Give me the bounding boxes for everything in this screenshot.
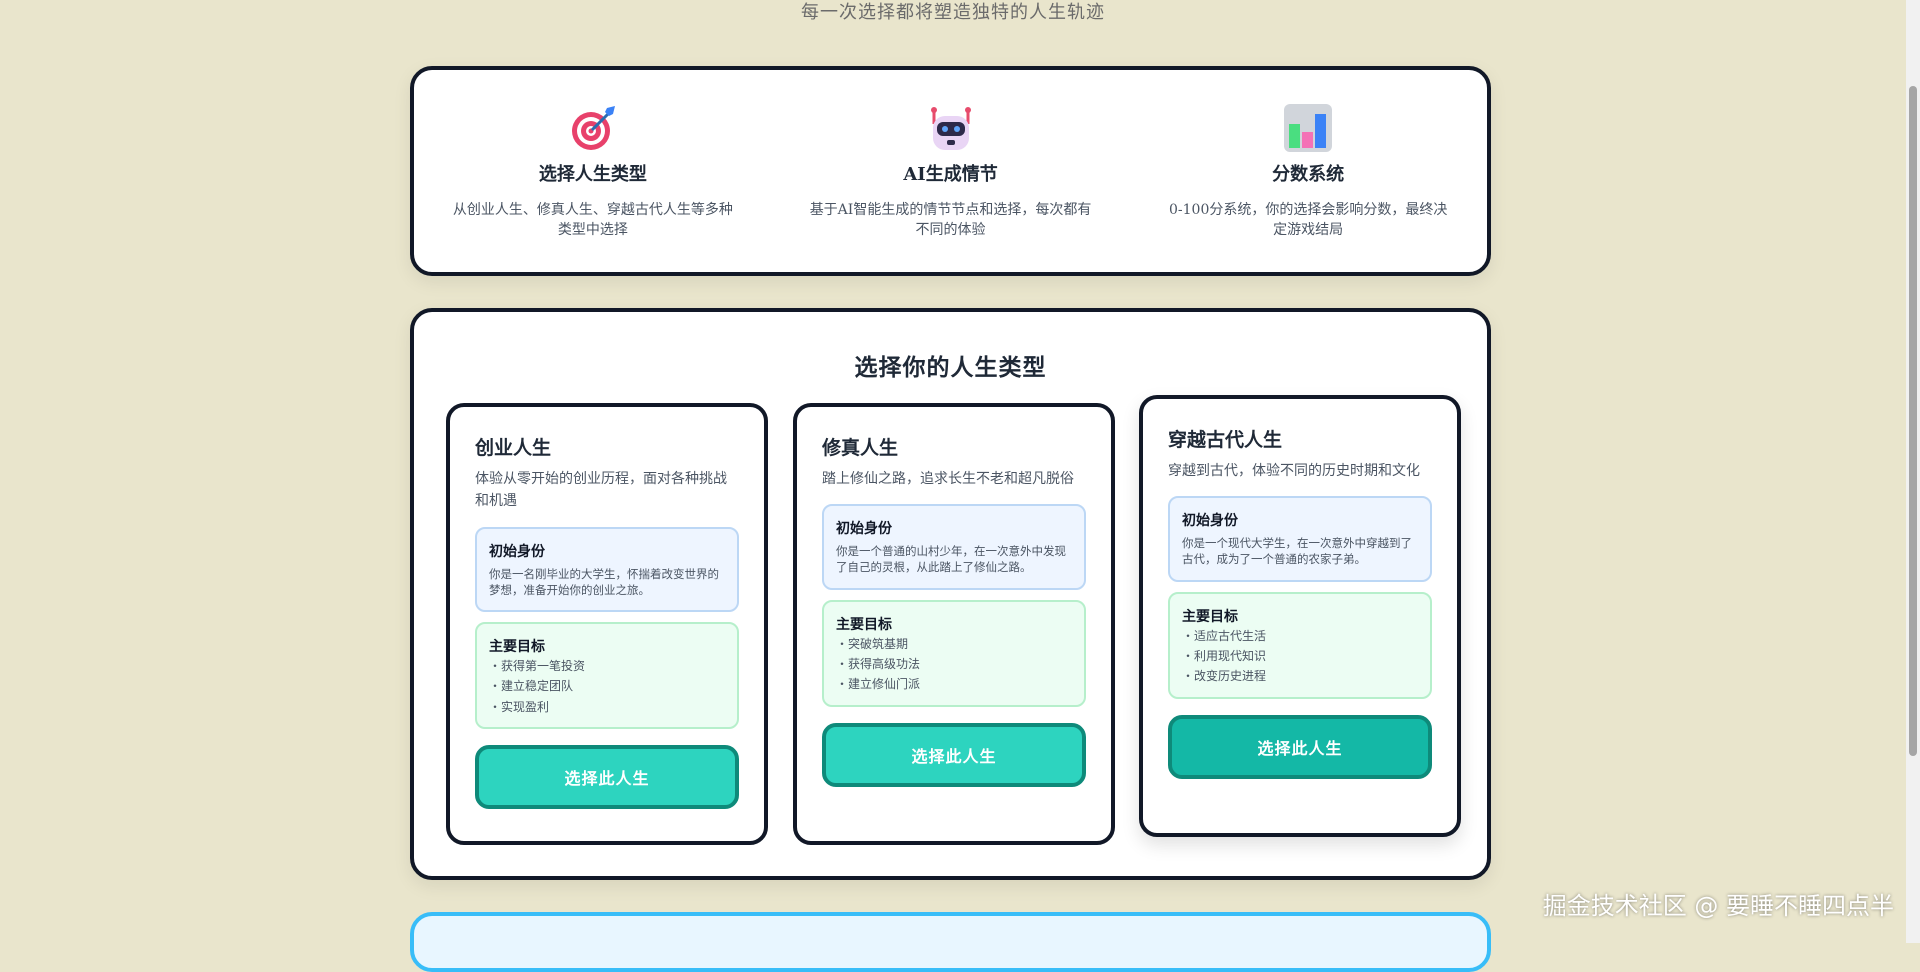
next-section-panel [410, 912, 1491, 972]
identity-label: 初始身份 [1182, 513, 1238, 530]
goal-item: 利用现代知识 [1182, 646, 1418, 666]
feature-choose-type: 选择人生类型 从创业人生、修真人生、穿越古代人生等多种类型中选择 [414, 70, 772, 272]
identity-text: 你是一个普通的山村少年，在一次意外中发现了自己的灵根，从此踏上了修仙之路。 [836, 544, 1066, 575]
feature-desc: 0-100分系统，你的选择会影响分数，最终决定游戏结局 [1169, 202, 1448, 239]
identity-text: 你是一个现代大学生，在一次意外中穿越到了古代，成为了一个普通的农家子弟。 [1182, 536, 1412, 567]
goal-item: 适应古代生活 [1182, 626, 1418, 646]
goals-label: 主要目标 [1182, 608, 1238, 625]
card-desc: 穿越到古代，体验不同的历史时期和文化 [1168, 463, 1420, 479]
goal-item: 建立稳定团队 [489, 676, 725, 696]
card-title: 修真人生 [822, 437, 899, 459]
identity-label: 初始身份 [489, 543, 545, 560]
card-desc: 体验从零开始的创业历程，面对各种挑战和机遇 [475, 471, 727, 510]
target-icon [571, 106, 615, 150]
choose-life-button[interactable]: 选择此人生 [475, 745, 739, 810]
goal-item: 建立修仙门派 [836, 674, 1072, 694]
robot-icon [930, 107, 971, 150]
feature-ai-story: AI生成情节 基于AI智能生成的情节节点和选择，每次都有不同的体验 [772, 70, 1130, 272]
scrollbar-thumb[interactable] [1909, 86, 1917, 756]
features-panel: 选择人生类型 从创业人生、修真人生、穿越古代人生等多种类型中选择 AI生成情节 … [410, 66, 1491, 276]
goals-box: 主要目标 适应古代生活 利用现代知识 改变历史进程 [1168, 591, 1432, 699]
goal-item: 获得第一笔投资 [489, 656, 725, 676]
card-desc: 踏上修仙之路，追求长生不老和超凡脱俗 [822, 471, 1074, 487]
goals-label: 主要目标 [489, 638, 545, 655]
page-subtitle: 每一次选择都将塑造独特的人生轨迹 [801, 2, 1105, 23]
feature-score-system: 分数系统 0-100分系统，你的选择会影响分数，最终决定游戏结局 [1129, 70, 1487, 272]
card-startup-life: 创业人生 体验从零开始的创业历程，面对各种挑战和机遇 初始身份 你是一名刚毕业的… [446, 403, 768, 845]
identity-box: 初始身份 你是一名刚毕业的大学生，怀揣着改变世界的梦想，准备开始你的创业之旅。 [475, 526, 739, 612]
feature-desc: 从创业人生、修真人生、穿越古代人生等多种类型中选择 [452, 202, 733, 239]
feature-desc: 基于AI智能生成的情节节点和选择，每次都有不同的体验 [809, 202, 1092, 239]
identity-box: 初始身份 你是一个现代大学生，在一次意外中穿越到了古代，成为了一个普通的农家子弟… [1168, 496, 1432, 582]
goals-box: 主要目标 突破筑基期 获得高级功法 建立修仙门派 [822, 599, 1086, 707]
scrollbar-track[interactable] [1906, 0, 1920, 943]
section-title: 选择你的人生类型 [854, 354, 1047, 381]
goal-item: 获得高级功法 [836, 654, 1072, 674]
goal-item: 实现盈利 [489, 697, 725, 717]
card-time-travel-life: 穿越古代人生 穿越到古代，体验不同的历史时期和文化 初始身份 你是一个现代大学生… [1139, 395, 1461, 837]
feature-title: 选择人生类型 [538, 164, 647, 185]
card-cultivation-life: 修真人生 踏上修仙之路，追求长生不老和超凡脱俗 初始身份 你是一个普通的山村少年… [793, 403, 1115, 845]
card-title: 创业人生 [475, 437, 552, 459]
identity-box: 初始身份 你是一个普通的山村少年，在一次意外中发现了自己的灵根，从此踏上了修仙之… [822, 504, 1086, 590]
card-title: 穿越古代人生 [1168, 429, 1283, 451]
goals-box: 主要目标 获得第一笔投资 建立稳定团队 实现盈利 [475, 621, 739, 730]
feature-title: AI生成情节 [903, 164, 998, 185]
watermark: 掘金技术社区 @ 要睡不睡四点半 [1542, 892, 1894, 920]
identity-label: 初始身份 [836, 521, 892, 538]
choose-life-button[interactable]: 选择此人生 [1168, 714, 1432, 779]
life-type-panel: 选择你的人生类型 创业人生 体验从零开始的创业历程，面对各种挑战和机遇 初始身份… [410, 308, 1491, 880]
goal-item: 突破筑基期 [836, 634, 1072, 654]
feature-title: 分数系统 [1272, 164, 1345, 185]
choose-life-button[interactable]: 选择此人生 [822, 722, 1086, 787]
identity-text: 你是一名刚毕业的大学生，怀揣着改变世界的梦想，准备开始你的创业之旅。 [489, 566, 719, 597]
goal-item: 改变历史进程 [1182, 666, 1418, 686]
bar-chart-icon [1284, 104, 1333, 152]
goals-label: 主要目标 [836, 616, 892, 633]
